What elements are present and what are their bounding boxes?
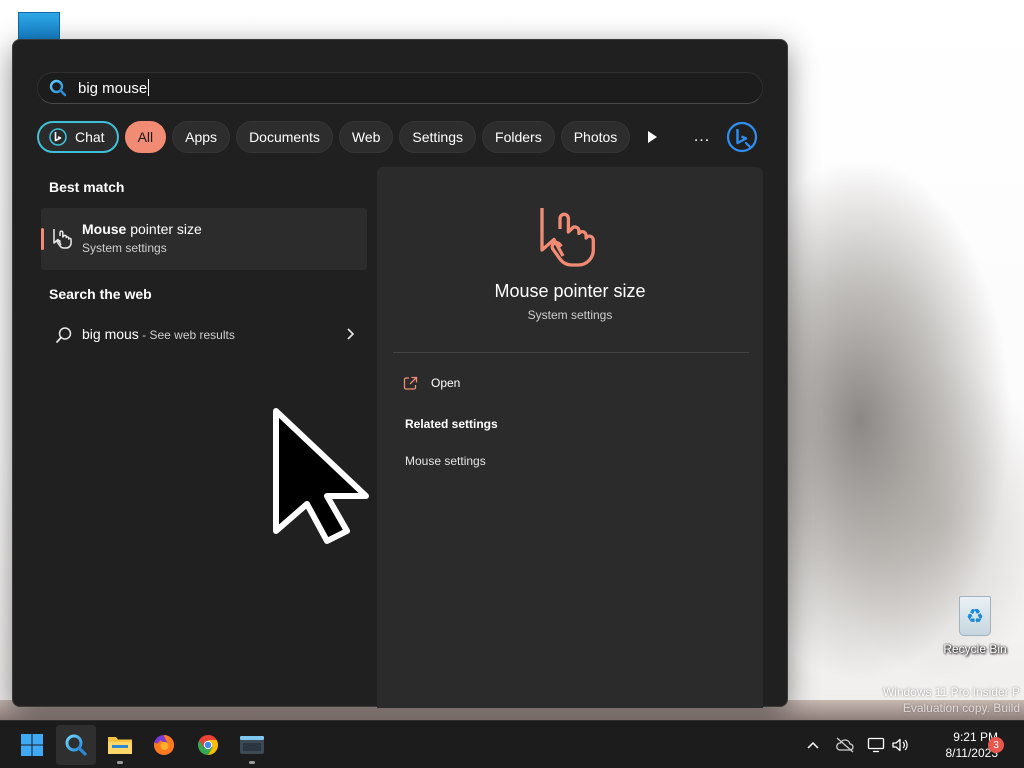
terminal-window-icon (240, 736, 264, 754)
filter-documents[interactable]: Documents (236, 121, 333, 153)
chevron-right-icon (345, 327, 355, 346)
web-search-result[interactable]: big mous - See web results (41, 320, 367, 350)
desktop-icon[interactable] (18, 12, 60, 40)
taskbar-search-button[interactable] (56, 725, 96, 765)
search-the-web-header: Search the web (49, 286, 152, 302)
taskbar-chrome[interactable] (188, 725, 228, 765)
speaker-icon (892, 738, 908, 752)
cloud-offline-icon (836, 737, 854, 753)
filter-web-label: Web (351, 129, 381, 145)
divider (393, 352, 749, 353)
running-indicator (117, 761, 123, 764)
more-filters-button[interactable] (639, 124, 665, 150)
mouse-pointer-icon (51, 226, 75, 255)
onedrive-status[interactable] (835, 735, 855, 755)
related-settings-header: Related settings (405, 417, 498, 431)
search-icon (55, 326, 73, 349)
filter-chat[interactable]: Chat (37, 121, 119, 153)
search-input[interactable]: big mouse (78, 78, 150, 98)
best-match-header: Best match (49, 179, 125, 195)
bing-button[interactable] (725, 120, 759, 154)
best-match-title-rest: pointer size (126, 221, 202, 237)
recycle-bin-shortcut[interactable]: ♻ Recycle Bin (942, 596, 1008, 666)
notification-badge[interactable]: 3 (988, 737, 1004, 753)
recycle-bin-icon: ♻ (959, 596, 991, 636)
filter-folders-label: Folders (495, 129, 542, 145)
best-match-title-bold: Mouse (82, 221, 127, 237)
ellipsis-icon: ... (693, 128, 711, 145)
web-result-query: big mous (82, 326, 139, 342)
selection-accent (41, 228, 44, 250)
web-result-suffix: - See web results (138, 328, 235, 342)
mouse-cursor-icon (271, 406, 371, 551)
details-pane: Mouse pointer size System settings Open … (377, 167, 763, 708)
details-title: Mouse pointer size (494, 281, 646, 301)
filter-all-label: All (137, 129, 154, 145)
open-button[interactable]: Open (403, 373, 460, 393)
chrome-icon (198, 735, 218, 755)
filter-chat-label: Chat (75, 129, 105, 145)
filter-photos[interactable]: Photos (560, 121, 631, 153)
filter-apps-label: Apps (185, 129, 218, 145)
filter-settings-label: Settings (412, 129, 464, 145)
bing-chat-icon (49, 128, 67, 146)
start-button[interactable] (12, 725, 52, 765)
filter-photos-label: Photos (573, 129, 618, 145)
taskbar-file-explorer[interactable] (100, 725, 140, 765)
filter-web[interactable]: Web (338, 121, 394, 153)
bing-logo-icon (726, 121, 758, 153)
chevron-up-icon (807, 741, 819, 749)
search-query-text: big mouse (78, 79, 148, 97)
running-indicator (249, 761, 255, 764)
more-options-button[interactable]: ... (689, 124, 715, 150)
network-status[interactable] (866, 735, 886, 755)
filter-settings[interactable]: Settings (399, 121, 477, 153)
open-label: Open (431, 376, 461, 390)
filter-apps[interactable]: Apps (172, 121, 231, 153)
windows-logo-icon (21, 734, 43, 756)
search-icon (65, 734, 87, 756)
filter-folders[interactable]: Folders (482, 121, 555, 153)
play-arrow-icon (648, 131, 657, 143)
filter-all[interactable]: All (124, 121, 167, 153)
firefox-icon (154, 734, 175, 755)
folder-icon (108, 737, 132, 754)
web-result-text: big mous - See web results (82, 326, 235, 342)
filter-bar: Chat All Apps Documents Web Settings Fol… (37, 121, 631, 153)
search-panel: big mouse Chat All Apps Documents Web Se… (12, 39, 788, 708)
best-match-title: Mouse pointer size (82, 221, 202, 237)
system-clock[interactable]: 9:21 PM 8/11/2023 (916, 729, 999, 761)
filter-documents-label: Documents (249, 129, 320, 145)
clock-date: 8/11/2023 (945, 746, 999, 760)
related-item-mouse-settings[interactable]: Mouse settings (405, 454, 486, 468)
search-box[interactable]: big mouse (37, 72, 763, 104)
show-hidden-icons-button[interactable] (803, 735, 823, 755)
taskbar-firefox[interactable] (144, 725, 184, 765)
best-match-subtitle: System settings (82, 241, 167, 255)
volume-control[interactable] (890, 735, 910, 755)
search-icon (38, 79, 78, 97)
network-icon (867, 737, 885, 753)
open-external-icon (403, 376, 418, 390)
mouse-pointer-large-icon (533, 199, 605, 276)
clock-time: 9:21 PM (953, 730, 998, 744)
text-caret (148, 78, 150, 96)
taskbar-app[interactable] (232, 725, 272, 765)
details-subtitle: System settings (527, 308, 613, 322)
best-match-result[interactable]: Mouse pointer size System settings (41, 208, 367, 270)
recycle-bin-label: Recycle Bin (943, 642, 1007, 656)
taskbar: 9:21 PM 8/11/2023 3 (0, 720, 1024, 768)
